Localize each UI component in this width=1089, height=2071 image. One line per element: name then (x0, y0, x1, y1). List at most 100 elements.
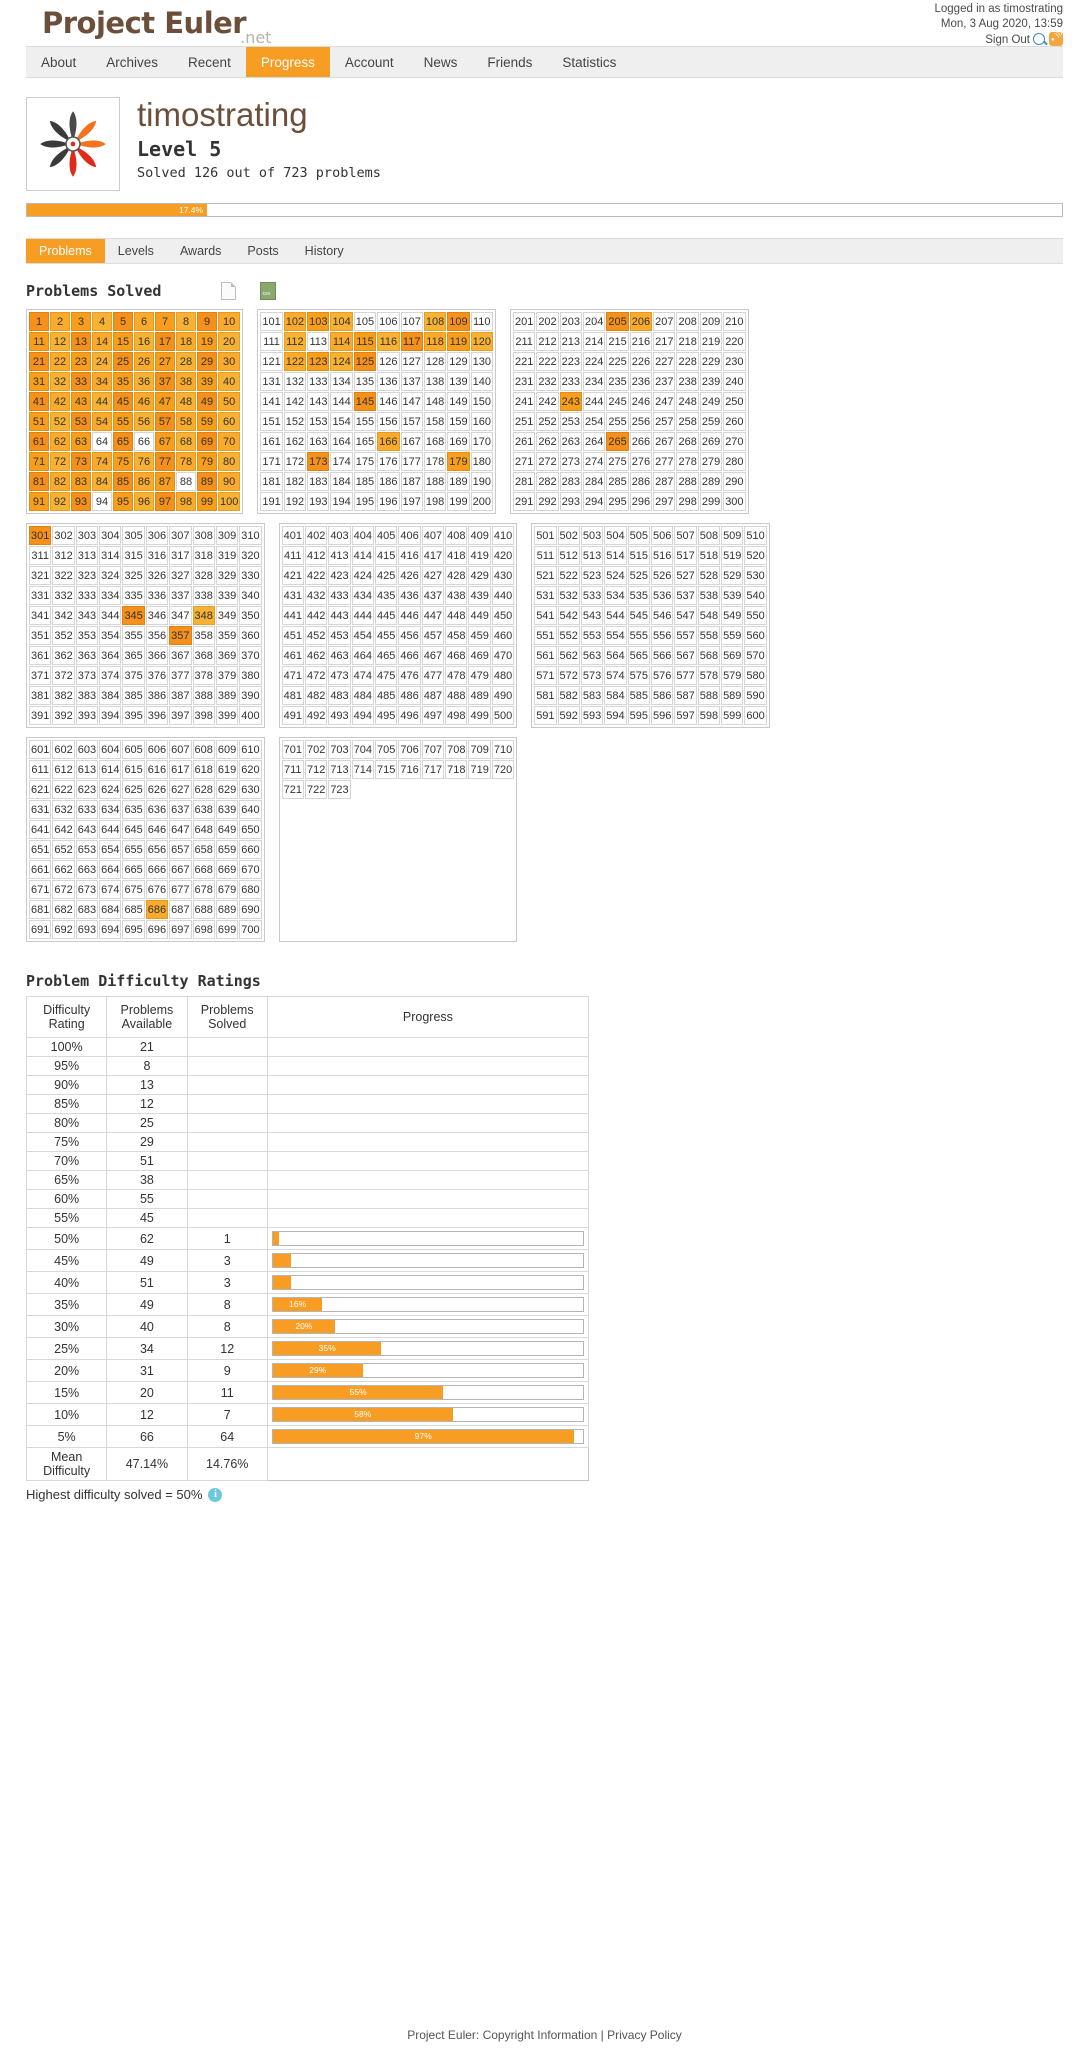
problem-cell[interactable]: 155 (353, 412, 377, 431)
problem-cell[interactable]: 687 (169, 900, 192, 919)
problem-cell[interactable]: 212 (536, 332, 559, 351)
problem-cell[interactable]: 40 (218, 372, 241, 391)
problem-cell[interactable]: 187 (400, 472, 423, 491)
problem-cell[interactable]: 135 (353, 372, 377, 391)
problem-cell[interactable]: 721 (281, 780, 304, 799)
problem-cell[interactable]: 207 (653, 312, 676, 331)
problem-cell[interactable]: 590 (744, 686, 767, 705)
problem-cell[interactable]: 189 (447, 472, 470, 491)
problem-cell[interactable]: 10 (218, 312, 241, 331)
csv-file-icon[interactable]: csv (260, 282, 277, 300)
problem-cell[interactable]: 565 (627, 646, 650, 665)
problem-cell[interactable]: 87 (155, 472, 175, 491)
problem-cell[interactable]: 516 (650, 546, 674, 565)
problem-cell[interactable]: 420 (491, 546, 515, 565)
nav-item-account[interactable]: Account (330, 47, 409, 77)
problem-cell[interactable]: 596 (650, 706, 674, 725)
problem-cell[interactable]: 68 (176, 432, 196, 451)
problem-cell[interactable]: 722 (304, 780, 328, 799)
problem-cell[interactable]: 439 (468, 586, 491, 605)
problem-cell[interactable]: 127 (400, 352, 423, 371)
problem-cell[interactable]: 667 (169, 860, 192, 879)
problem-cell[interactable]: 657 (169, 840, 192, 859)
problem-cell[interactable]: 688 (192, 900, 215, 919)
problem-cell[interactable]: 685 (122, 900, 145, 919)
search-icon[interactable] (1033, 33, 1045, 45)
problem-cell[interactable]: 12 (50, 332, 70, 351)
problem-cell[interactable]: 203 (559, 312, 583, 331)
problem-cell[interactable]: 194 (330, 492, 353, 511)
problem-cell[interactable]: 612 (52, 760, 75, 779)
problem-cell[interactable]: 144 (330, 392, 353, 411)
problem-cell[interactable]: 484 (351, 686, 375, 705)
problem-cell[interactable]: 228 (676, 352, 699, 371)
problem-cell[interactable]: 592 (557, 706, 580, 725)
problem-cell[interactable]: 95 (113, 492, 133, 511)
problem-cell[interactable]: 382 (52, 686, 75, 705)
problem-cell[interactable]: 528 (697, 566, 721, 585)
problem-cell[interactable]: 310 (239, 526, 262, 545)
problem-cell[interactable]: 430 (491, 566, 515, 585)
problem-cell[interactable]: 244 (583, 392, 606, 411)
problem-cell[interactable]: 635 (122, 800, 145, 819)
problem-cell[interactable]: 676 (145, 880, 169, 899)
problem-cell[interactable]: 58 (176, 412, 196, 431)
problem-cell[interactable]: 417 (421, 546, 445, 565)
problem-cell[interactable]: 608 (192, 740, 215, 759)
problem-cell[interactable]: 423 (328, 566, 351, 585)
problem-cell[interactable]: 91 (29, 492, 49, 511)
problem-cell[interactable]: 469 (468, 646, 491, 665)
problem-cell[interactable]: 606 (145, 740, 169, 759)
problem-cell[interactable]: 631 (29, 800, 52, 819)
problem-cell[interactable]: 35 (113, 372, 133, 391)
problem-cell[interactable]: 401 (281, 526, 304, 545)
problem-cell[interactable]: 262 (536, 432, 559, 451)
problem-cell[interactable]: 311 (29, 546, 52, 565)
problem-cell[interactable]: 659 (215, 840, 239, 859)
problem-cell[interactable]: 366 (145, 646, 169, 665)
problem-cell[interactable]: 651 (29, 840, 52, 859)
problem-cell[interactable]: 620 (239, 760, 262, 779)
problem-cell[interactable]: 338 (192, 586, 215, 605)
problem-cell[interactable]: 537 (674, 586, 697, 605)
problem-cell[interactable]: 102 (283, 312, 307, 331)
problem-cell[interactable]: 419 (468, 546, 491, 565)
problem-cell[interactable]: 619 (215, 760, 239, 779)
problem-cell[interactable]: 656 (145, 840, 169, 859)
problem-cell[interactable]: 278 (676, 452, 699, 471)
problem-cell[interactable]: 98 (176, 492, 196, 511)
problem-cell[interactable]: 243 (559, 392, 583, 411)
problem-cell[interactable]: 587 (674, 686, 697, 705)
problem-cell[interactable]: 151 (260, 412, 283, 431)
problem-cell[interactable]: 433 (328, 586, 351, 605)
problem-cell[interactable]: 578 (697, 666, 721, 685)
problem-cell[interactable]: 510 (744, 526, 767, 545)
problem-cell[interactable]: 179 (447, 452, 470, 471)
problem-cell[interactable]: 365 (122, 646, 145, 665)
problem-cell[interactable]: 303 (75, 526, 99, 545)
problem-cell[interactable]: 208 (676, 312, 699, 331)
problem-cell[interactable]: 61 (29, 432, 49, 451)
problem-cell[interactable]: 60 (218, 412, 241, 431)
problem-cell[interactable]: 297 (653, 492, 676, 511)
problem-cell[interactable]: 470 (491, 646, 515, 665)
problem-cell[interactable]: 237 (653, 372, 676, 391)
problem-cell[interactable]: 274 (583, 452, 606, 471)
problem-cell[interactable]: 254 (583, 412, 606, 431)
problem-cell[interactable]: 381 (29, 686, 52, 705)
problem-cell[interactable]: 373 (75, 666, 99, 685)
problem-cell[interactable]: 20 (218, 332, 241, 351)
problem-cell[interactable]: 248 (676, 392, 699, 411)
problem-cell[interactable]: 168 (423, 432, 447, 451)
problem-cell[interactable]: 321 (29, 566, 52, 585)
problem-cell[interactable]: 70 (218, 432, 241, 451)
problem-cell[interactable]: 580 (744, 666, 767, 685)
problem-cell[interactable]: 526 (650, 566, 674, 585)
problem-cell[interactable]: 317 (169, 546, 192, 565)
problem-cell[interactable]: 648 (192, 820, 215, 839)
problem-cell[interactable]: 405 (375, 526, 398, 545)
problem-cell[interactable]: 715 (375, 760, 398, 779)
problem-cell[interactable]: 461 (281, 646, 304, 665)
problem-cell[interactable]: 717 (421, 760, 445, 779)
problem-cell[interactable]: 701 (281, 740, 304, 759)
